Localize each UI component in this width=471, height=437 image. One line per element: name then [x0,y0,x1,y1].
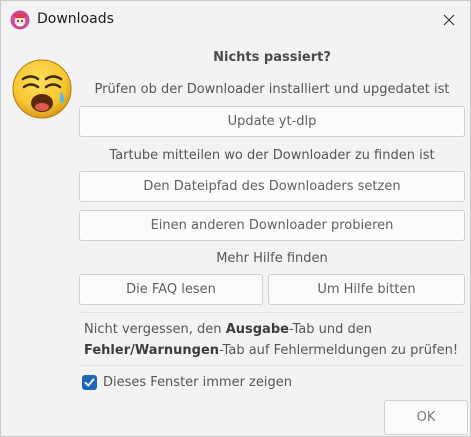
error-check-note: Nicht vergessen, den Ausgabe-Tab und den… [84,319,469,361]
close-icon [443,14,455,26]
page-heading: Nichts passiert? [213,50,331,65]
crying-face-emoji [12,59,72,119]
separator [79,312,465,313]
ask-for-help-button[interactable]: Um Hilfe bitten [268,274,465,305]
note-text-3: -Tab auf Fehlermeldungen zu prüfen! [219,343,459,358]
window-title: Downloads [37,11,114,27]
checkmark-icon [84,378,95,387]
note-text-2: -Tab und den [288,322,372,337]
note-bold-errors-tab: Fehler/Warnungen [84,343,220,358]
try-other-downloader-button[interactable]: Einen anderen Downloader probieren [79,210,465,241]
always-show-label[interactable]: Dieses Fenster immer zeigen [103,375,292,390]
note-bold-output-tab: Ausgabe [225,322,289,337]
downloads-dialog: Downloads Nichts passiert? Prüfen ob der… [0,0,471,437]
close-button[interactable] [435,7,463,33]
set-downloader-path-button[interactable]: Den Dateipfad des Downloaders setzen [79,171,465,202]
title-bar: Downloads [1,1,470,39]
update-downloader-button[interactable]: Update yt-dlp [79,106,465,137]
read-faq-button[interactable]: Die FAQ lesen [79,274,263,305]
ok-button[interactable]: OK [384,400,468,435]
always-show-checkbox[interactable] [82,375,97,390]
tell-path-label: Tartube mitteilen wo der Downloader zu f… [109,148,435,163]
note-text-1: Nicht vergessen, den [84,322,226,337]
check-installed-label: Prüfen ob der Downloader installiert und… [94,82,450,97]
app-icon [10,10,30,30]
separator [79,365,465,366]
more-help-label: Mehr Hilfe finden [216,251,328,266]
